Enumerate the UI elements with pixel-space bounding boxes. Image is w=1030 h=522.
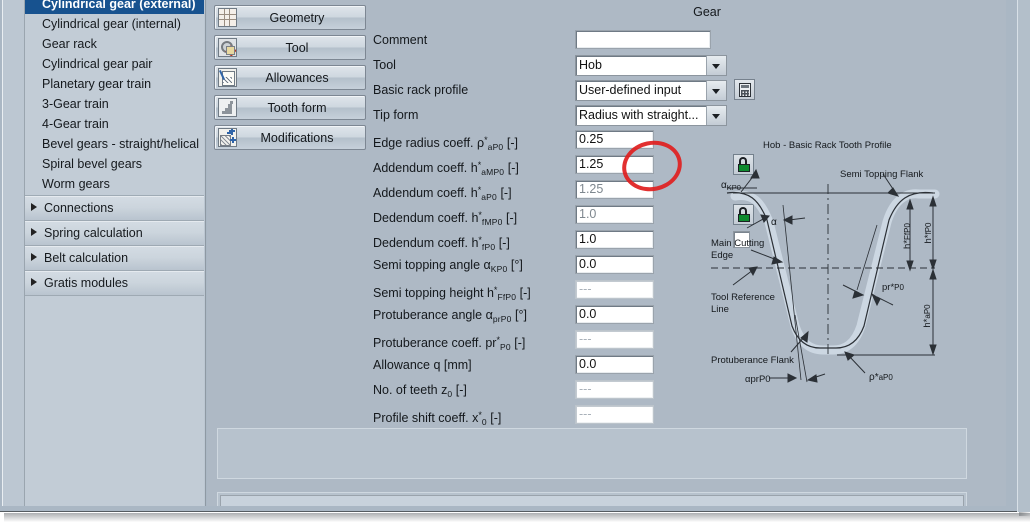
sidebar-item-label: Spiral bevel gears	[42, 157, 142, 171]
dropdown-value: User-defined input	[576, 81, 706, 100]
diagram-label-alpha-kp0: αKP0	[721, 180, 741, 192]
input-semi_topping_height: ---	[575, 280, 654, 299]
sidebar: Cylindrical gear (external) Cylindrical g…	[2, 0, 206, 506]
sidebar-item-9[interactable]: Worm gears	[25, 174, 204, 194]
right-rail	[1017, 0, 1030, 512]
sidebar-item-2[interactable]: Gear rack	[25, 34, 204, 54]
label-addendum_apo: Addendum coeff. h*aP0 [-]	[373, 178, 512, 203]
diagram-title-text: Hob - Basic Rack Tooth Profile	[763, 140, 892, 151]
sidebar-group-1[interactable]: Spring calculation	[25, 221, 204, 246]
diagram-label-semi-topping-flank: Semi Topping Flank	[840, 169, 924, 180]
sidebar-group-label: Gratis modules	[44, 276, 128, 290]
sidebar-group-label: Belt calculation	[44, 251, 128, 265]
sidebar-group-label: Spring calculation	[44, 226, 143, 240]
sidebar-item-1[interactable]: Cylindrical gear (internal)	[25, 14, 204, 34]
input-addendum_ampo[interactable]: 1.25	[575, 155, 654, 174]
sidebar-item-label: Planetary gear train	[42, 77, 151, 91]
input-comment[interactable]	[575, 30, 711, 49]
bottom-panel	[217, 492, 967, 506]
sidebar-item-label: Cylindrical gear (internal)	[42, 17, 181, 31]
diagram-label-h-fp0: h*fP0	[923, 222, 934, 244]
label-tool: Tool	[373, 53, 396, 78]
diagram-label-tool-reference-line-2: Line	[711, 304, 729, 315]
calculator-icon	[739, 83, 751, 97]
dropdown-tip_form[interactable]: Radius with straight...	[575, 105, 727, 126]
sidebar-item-label: 4-Gear train	[42, 117, 109, 131]
sidebar-item-5[interactable]: 3-Gear train	[25, 94, 204, 114]
input-dedendum_fpo[interactable]: 1.0	[575, 230, 654, 249]
dropdown-tool[interactable]: Hob	[575, 55, 727, 76]
label-allowance_q: Allowance q [mm]	[373, 353, 472, 378]
sidebar-item-label: Cylindrical gear (external)	[42, 0, 196, 11]
chevron-down-icon[interactable]	[706, 81, 726, 100]
sidebar-item-4[interactable]: Planetary gear train	[25, 74, 204, 94]
diagram-label-h-ffp0: h*FfP0	[902, 223, 913, 249]
calculator-button-basic_rack_profile[interactable]	[734, 79, 755, 100]
input-allowance_q[interactable]: 0.0	[575, 355, 654, 374]
sidebar-item-3[interactable]: Cylindrical gear pair	[25, 54, 204, 74]
application-window: Cylindrical gear (external) Cylindrical g…	[0, 0, 1030, 522]
label-addendum_ampo: Addendum coeff. h*aMP0 [-]	[373, 153, 519, 178]
column-header-gear: Gear	[577, 5, 837, 19]
diagram-label-pr-p0: pr*P0	[882, 282, 904, 293]
diagram-label-main-cutting-edge: Main Cutting	[711, 238, 764, 249]
message-panel	[217, 428, 967, 479]
dropdown-value: Radius with straight...	[576, 106, 706, 125]
label-profile_shift: Profile shift coeff. x*0 [-]	[373, 403, 501, 428]
label-semi_topping_angle: Semi topping angle αKP0 [°]	[373, 253, 523, 278]
chevron-right-icon	[31, 278, 37, 286]
window-shadow-bottom	[4, 513, 1030, 522]
sidebar-group-3[interactable]: Gratis modules	[25, 271, 204, 296]
input-protuberance_coeff: ---	[575, 330, 654, 349]
input-dedendum_fmpo: 1.0	[575, 205, 654, 224]
chevron-right-icon	[31, 203, 37, 211]
sidebar-item-label: Gear rack	[42, 37, 97, 51]
sidebar-item-8[interactable]: Spiral bevel gears	[25, 154, 204, 174]
sidebar-item-label: 3-Gear train	[42, 97, 109, 111]
content-area: GeometryToolAllowancesTooth formModifica…	[207, 0, 1006, 506]
sidebar-item-0[interactable]: Cylindrical gear (external)	[25, 0, 204, 14]
diagram-label-alpha-prp0: αprP0	[745, 374, 771, 385]
label-no_of_teeth: No. of teeth z0 [-]	[373, 378, 467, 403]
label-dedendum_fmpo: Dedendum coeff. h*fMP0 [-]	[373, 203, 517, 228]
sidebar-item-7[interactable]: Bevel gears - straight/helical	[25, 134, 204, 154]
sidebar-tree[interactable]: Cylindrical gear (external) Cylindrical g…	[24, 0, 204, 506]
chevron-down-icon[interactable]	[706, 106, 726, 125]
input-no_of_teeth: ---	[575, 380, 654, 399]
label-tip_form: Tip form	[373, 103, 418, 128]
bottom-panel-inner	[220, 495, 964, 506]
label-protuberance_angle: Protuberance angle αprP0 [°]	[373, 303, 527, 328]
diagram-label-h-ap0: h*aP0	[922, 304, 933, 328]
sidebar-group-label: Connections	[44, 201, 114, 215]
input-profile_shift: ---	[575, 405, 654, 424]
sidebar-group-0[interactable]: Connections	[25, 196, 204, 221]
label-basic_rack_profile: Basic rack profile	[373, 78, 468, 103]
diagram-label-main-cutting-edge-2: Edge	[711, 250, 733, 261]
label-edge_radius: Edge radius coeff. ρ*aP0 [-]	[373, 128, 518, 153]
sidebar-item-label: Cylindrical gear pair	[42, 57, 152, 71]
chevron-down-icon[interactable]	[706, 56, 726, 75]
basic-rack-tooth-profile-diagram: Hob - Basic Rack Tooth Profile	[697, 130, 1002, 420]
diagram-label-rho-ap0: ρ*aP0	[869, 372, 893, 383]
chevron-right-icon	[31, 228, 37, 236]
dropdown-value: Hob	[576, 56, 706, 75]
sidebar-item-label: Worm gears	[42, 177, 110, 191]
label-protuberance_coeff: Protuberance coeff. pr*P0 [-]	[373, 328, 525, 353]
sidebar-item-label: Bevel gears - straight/helical	[42, 137, 199, 151]
diagram-label-alpha: α	[771, 217, 777, 228]
input-addendum_apo: 1.25	[575, 180, 654, 199]
dropdown-basic_rack_profile[interactable]: User-defined input	[575, 80, 727, 101]
label-dedendum_fpo: Dedendum coeff. h*fP0 [-]	[373, 228, 510, 253]
input-semi_topping_angle[interactable]: 0.0	[575, 255, 654, 274]
input-protuberance_angle[interactable]: 0.0	[575, 305, 654, 324]
diagram-label-tool-reference-line: Tool Reference	[711, 292, 775, 303]
label-comment: Comment	[373, 28, 427, 53]
input-edge_radius[interactable]: 0.25	[575, 130, 654, 149]
label-semi_topping_height: Semi topping height h*FfP0 [-]	[373, 278, 531, 303]
sidebar-group-2[interactable]: Belt calculation	[25, 246, 204, 271]
diagram-label-protuberance-flank: Protuberance Flank	[711, 355, 794, 366]
chevron-right-icon	[31, 253, 37, 261]
sidebar-item-6[interactable]: 4-Gear train	[25, 114, 204, 134]
